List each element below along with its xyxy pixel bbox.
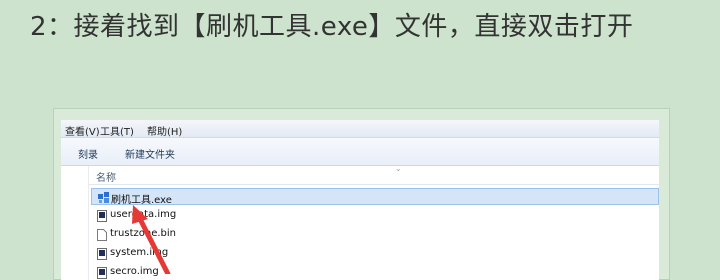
new-folder-button[interactable]: 新建文件夹 — [125, 146, 175, 161]
file-name: system.img — [110, 247, 169, 258]
blank-file-icon — [97, 229, 107, 241]
file-row-userdata-img[interactable]: userdata.img — [91, 207, 659, 224]
menu-tools[interactable]: 工具(T) — [100, 123, 134, 138]
burn-button[interactable]: 刻录 — [78, 146, 98, 161]
document-icon — [97, 248, 107, 260]
column-header-name[interactable]: 名称 ⌄ — [89, 164, 659, 185]
file-row-flash-tool-exe[interactable]: 刷机工具.exe — [91, 188, 659, 206]
instruction-text: 2：接着找到【刷机工具.exe】文件，直接双击打开 — [30, 12, 634, 42]
document-icon — [97, 267, 107, 279]
exe-app-icon — [98, 192, 109, 204]
screenshot-frame: 查看(V) 工具(T) 帮助(H) 刻录 新建文件夹 名称 ⌄ 刷机工具.exe… — [53, 108, 670, 280]
document-icon — [97, 210, 107, 222]
file-row-trustzone-bin[interactable]: trustzone.bin — [91, 226, 659, 243]
file-row-system-img[interactable]: system.img — [91, 245, 659, 262]
menu-view[interactable]: 查看(V) — [65, 123, 100, 138]
menu-help[interactable]: 帮助(H) — [147, 123, 182, 138]
file-name: trustzone.bin — [110, 228, 177, 239]
column-header-label: 名称 — [96, 173, 116, 184]
file-pane: 名称 ⌄ 刷机工具.exe userdata.img trustzone.bin… — [61, 164, 659, 280]
file-name: secro.img — [110, 266, 159, 277]
file-row-secro-img[interactable]: secro.img — [91, 264, 659, 280]
file-name: userdata.img — [110, 209, 177, 220]
sort-chevron-icon: ⌄ — [395, 164, 402, 173]
toolbar: 刻录 新建文件夹 — [61, 138, 659, 166]
navigation-pane[interactable] — [61, 166, 89, 280]
menu-bar: 查看(V) 工具(T) 帮助(H) — [61, 120, 659, 138]
file-name: 刷机工具.exe — [111, 195, 172, 206]
explorer-window: 查看(V) 工具(T) 帮助(H) 刻录 新建文件夹 名称 ⌄ 刷机工具.exe… — [61, 120, 659, 280]
